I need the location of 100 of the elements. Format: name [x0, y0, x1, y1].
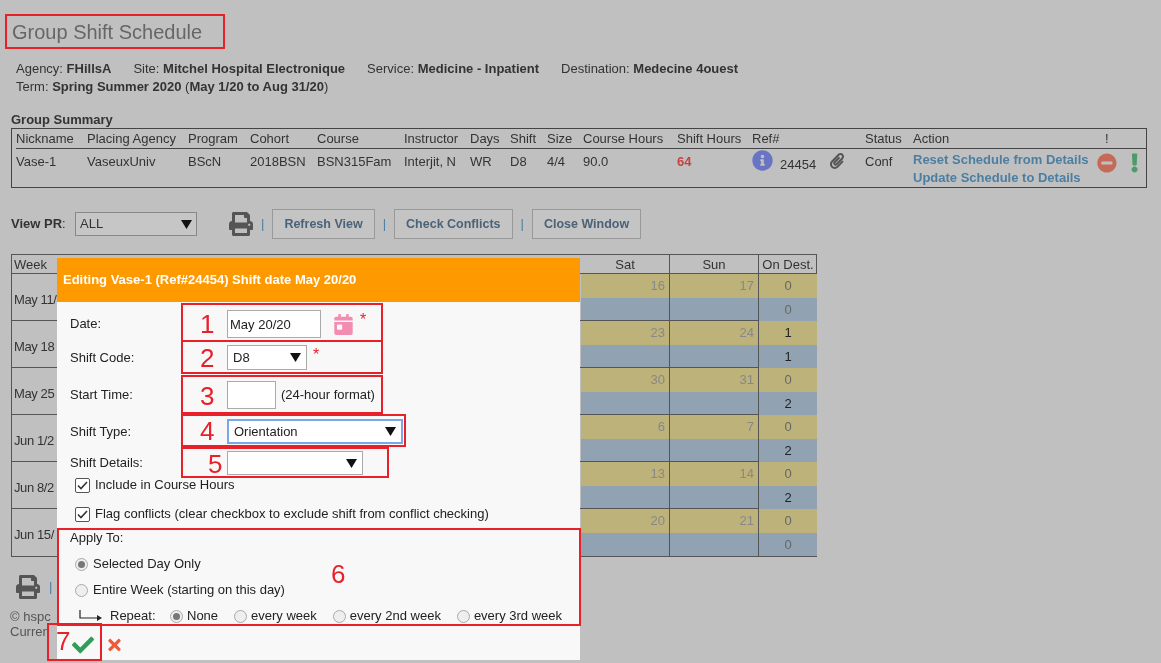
- select-field[interactable]: Orientation: [227, 419, 403, 444]
- radio-button[interactable]: [332, 609, 346, 623]
- table-cell: WR: [470, 154, 492, 169]
- radio-label: every 2nd week: [349, 607, 441, 626]
- column-header: Nickname: [16, 130, 74, 146]
- column-header: On Dest.: [762, 256, 814, 273]
- column-header: Course: [317, 130, 359, 146]
- week-label: Jun 8/2: [14, 480, 54, 495]
- confirm-icon[interactable]: [72, 634, 94, 656]
- column-header: Cohort: [250, 130, 290, 146]
- print-icon[interactable]: [16, 574, 40, 599]
- count-cell: 0: [759, 415, 817, 439]
- radio-button[interactable]: [234, 609, 248, 623]
- day-cell[interactable]: [581, 486, 669, 508]
- week-label: May 18: [14, 339, 55, 354]
- column-header: Week: [14, 257, 47, 272]
- day-cell[interactable]: [581, 533, 669, 556]
- count-cell: 0: [759, 509, 817, 533]
- day-cell[interactable]: [581, 345, 669, 367]
- table-cell: 2018BSN: [250, 154, 306, 169]
- count-cell: 2: [759, 392, 817, 415]
- annotation-number: 6: [331, 559, 346, 589]
- required-mark: *: [360, 310, 367, 330]
- print-icon[interactable]: [229, 212, 253, 236]
- day-cell[interactable]: [670, 298, 758, 320]
- annotation-number: 1: [200, 309, 215, 339]
- week-label: Jun 1/2: [14, 433, 54, 448]
- column-header: Status: [865, 130, 902, 146]
- column-header: Shift Hours: [677, 130, 742, 146]
- separator: |: [261, 215, 265, 234]
- checkbox-label: Include in Course Hours: [95, 476, 235, 495]
- day-cell[interactable]: [581, 439, 669, 461]
- day-cell[interactable]: [670, 439, 758, 461]
- count-cell: 0: [759, 462, 817, 486]
- view-pr-select[interactable]: ALL: [75, 212, 197, 236]
- field-label: Shift Details:: [70, 455, 143, 471]
- table-cell: BSN315Fam: [317, 154, 392, 169]
- separator: |: [520, 215, 524, 234]
- week-label: Jun 15/: [14, 527, 54, 542]
- select-field[interactable]: D8: [227, 345, 307, 370]
- column-header: Days: [470, 130, 500, 146]
- column-header: Size: [547, 130, 573, 146]
- day-cell[interactable]: [670, 345, 758, 367]
- table-cell: Conf: [865, 154, 893, 169]
- table-cell: Vase-1: [16, 154, 57, 169]
- info-field: Destination: Medecine 4ouest: [561, 60, 739, 78]
- cancel-icon[interactable]: [106, 636, 123, 654]
- count-cell: 0: [759, 533, 817, 556]
- toolbar-button[interactable]: Close Window: [531, 209, 642, 239]
- info-field: Service: Medicine - Inpatient: [367, 60, 539, 78]
- annotation-number: 5: [208, 449, 223, 479]
- select-field[interactable]: [227, 451, 363, 475]
- radio-button[interactable]: [75, 583, 88, 597]
- radio-button[interactable]: [75, 557, 88, 571]
- required-mark: *: [313, 345, 320, 365]
- day-cell[interactable]: [670, 486, 758, 508]
- week-label: May 25: [14, 386, 55, 401]
- input-field[interactable]: [227, 381, 276, 409]
- remove-icon[interactable]: [1097, 152, 1117, 174]
- field-label: Date:: [70, 316, 102, 332]
- field-label: Shift Type:: [70, 423, 132, 439]
- footer-text: © hspc: [10, 609, 51, 624]
- count-cell: 0: [759, 368, 817, 392]
- action-link[interactable]: Update Schedule to Details: [913, 169, 1081, 187]
- paperclip-icon[interactable]: [829, 153, 846, 169]
- table-cell: 4/4: [547, 154, 566, 169]
- checkbox-label: Flag conflicts (clear checkbox to exclude shift from conflict checking): [95, 505, 489, 524]
- count-cell: 1: [759, 321, 817, 345]
- count-cell: 1: [759, 345, 817, 368]
- day-cell[interactable]: [581, 298, 669, 320]
- input-field[interactable]: May 20/20: [227, 310, 321, 338]
- table-cell-text: 24454: [780, 156, 817, 174]
- count-cell: 0: [759, 274, 817, 298]
- column-header: Placing Agency: [87, 130, 176, 146]
- column-header: Sat: [615, 256, 635, 273]
- radio-label: every week: [251, 607, 317, 626]
- checkbox[interactable]: [75, 506, 90, 522]
- column-header: Course Hours: [583, 130, 664, 146]
- radio-label: every 3rd week: [473, 607, 563, 626]
- info-field: Term: Spring Summer 2020 (May 1/20 to Aug 31/20): [16, 78, 329, 96]
- page-title: Group Shift Schedule: [12, 19, 203, 45]
- field-label: Start Time:: [70, 387, 133, 403]
- table-cell: VaseuxUniv: [87, 154, 156, 169]
- column-header: !: [1105, 130, 1109, 146]
- toolbar-button[interactable]: Refresh View: [272, 209, 375, 239]
- table-cell: BScN: [188, 154, 222, 169]
- annotation-number: 3: [200, 381, 215, 411]
- info-field: Site: Mitchel Hospital Electronique: [133, 60, 346, 78]
- day-cell[interactable]: [670, 392, 758, 414]
- day-cell[interactable]: [581, 392, 669, 414]
- day-cell[interactable]: [670, 533, 758, 556]
- calendar-icon[interactable]: [333, 313, 354, 335]
- checkbox[interactable]: [75, 477, 90, 493]
- radio-button[interactable]: [170, 609, 183, 623]
- info-icon[interactable]: [752, 150, 773, 171]
- toolbar-button[interactable]: Check Conflicts: [394, 209, 513, 239]
- radio-button[interactable]: [456, 609, 470, 623]
- column-header: Program: [188, 130, 238, 146]
- caret-icon: [290, 353, 301, 362]
- action-link[interactable]: Reset Schedule from Details: [913, 151, 1089, 169]
